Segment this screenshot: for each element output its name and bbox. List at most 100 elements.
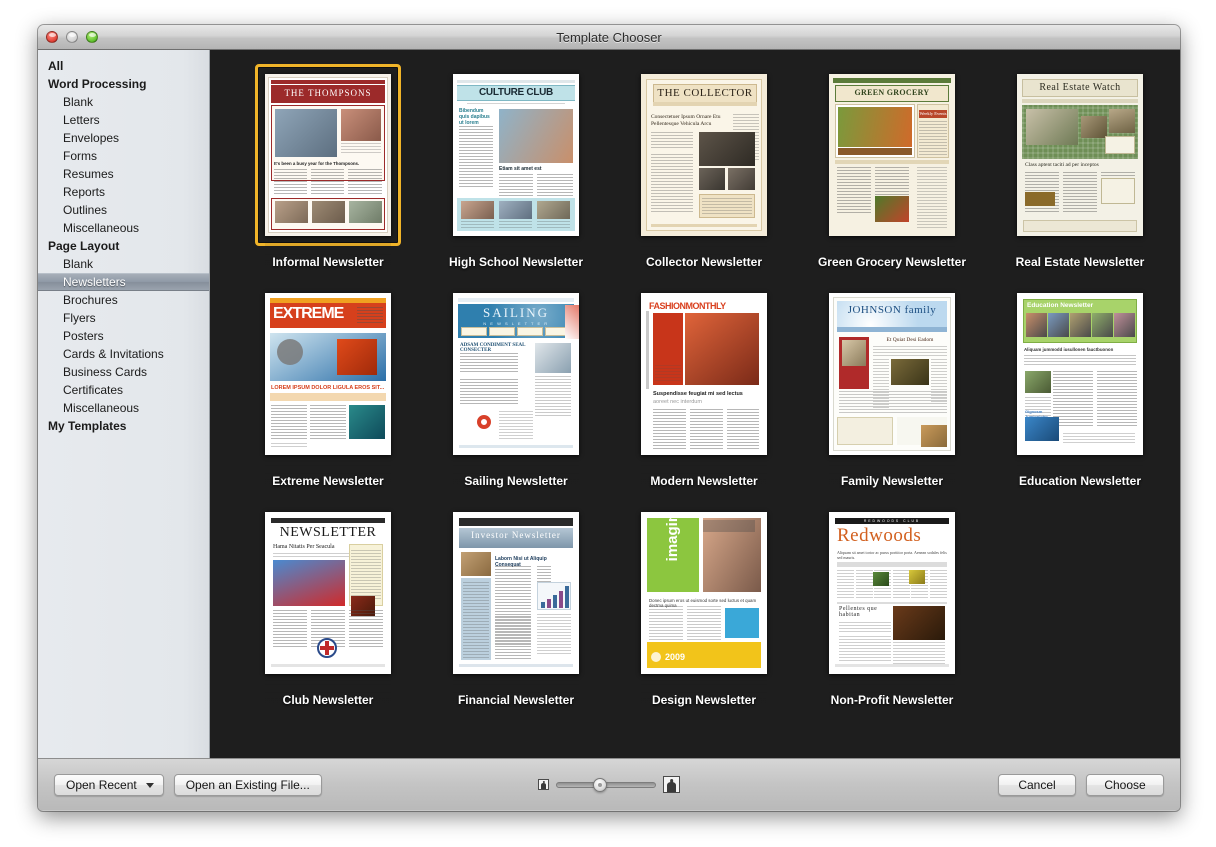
template-thumbnail[interactable]: Education Newsletter Aliquam jummodd iusu… bbox=[1011, 287, 1149, 461]
window-titlebar: Template Chooser bbox=[38, 25, 1180, 50]
template-thumbnail[interactable]: GREEN GROCERY Weekly Events bbox=[823, 68, 961, 242]
thumbnail-size-control[interactable] bbox=[538, 776, 680, 793]
template-cell[interactable]: Investor Newsletter Laborn Nisi ut Aliqui… bbox=[422, 506, 610, 719]
template-thumbnail[interactable]: CULTURE CLUB Bibendum quis dapibus ut lor… bbox=[447, 68, 585, 242]
template-cell[interactable]: REDWOODS CLUB Redwoods Aliquam sit amet to… bbox=[798, 506, 986, 719]
dialog-actions: Cancel Choose bbox=[998, 773, 1164, 796]
thumb-masthead-3: GREEN GROCERY bbox=[854, 88, 930, 97]
choose-button[interactable]: Choose bbox=[1086, 773, 1164, 796]
template-cell[interactable]: NEWSLETTERHama Nitatis Per SeaculaNEWSLE… bbox=[234, 506, 422, 719]
sidebar-item-outlines[interactable]: Outlines bbox=[38, 201, 209, 219]
template-cell[interactable]: FASHIONMONTHLY Suspendisse feugiat mi sed… bbox=[610, 287, 798, 500]
template-thumbnail[interactable]: FASHIONMONTHLY Suspendisse feugiat mi sed… bbox=[635, 287, 773, 461]
sidebar-item-label: Reports bbox=[63, 185, 106, 199]
slider-thumb[interactable] bbox=[593, 777, 608, 792]
template-cell[interactable]: THE COLLECTOR Consectetuer Ipsum Ornare E… bbox=[610, 68, 798, 281]
template-name-label: Informal Newsletter bbox=[272, 255, 384, 269]
sidebar-item-brochures[interactable]: Brochures bbox=[38, 291, 209, 309]
sidebar-item-all[interactable]: All bbox=[38, 57, 209, 75]
sidebar-item-blank[interactable]: Blank bbox=[38, 255, 209, 273]
thumb-masthead-12: imagine bbox=[664, 512, 681, 562]
template-cell[interactable]: imagine Donec ipsum eros ut euismod sorte… bbox=[610, 506, 798, 719]
sidebar-item-forms[interactable]: Forms bbox=[38, 147, 209, 165]
sidebar-item-label: Envelopes bbox=[63, 131, 120, 145]
minimize-button[interactable] bbox=[66, 31, 78, 43]
sidebar-item-label: My Templates bbox=[48, 419, 127, 433]
sidebar-item-page-layout[interactable]: Page Layout bbox=[38, 237, 209, 255]
template-preview: REDWOODS CLUB Redwoods Aliquam sit amet to… bbox=[829, 512, 955, 674]
thumb-masthead-6: SAILING bbox=[483, 305, 549, 320]
thumb-masthead-4: Real Estate Watch bbox=[1039, 82, 1121, 93]
open-existing-file-button[interactable]: Open an Existing File... bbox=[173, 773, 322, 796]
close-button[interactable] bbox=[46, 31, 58, 43]
sidebar-item-miscellaneous[interactable]: Miscellaneous bbox=[38, 399, 209, 417]
template-cell[interactable]: Real Estate Watch Class aptent taciti ad … bbox=[986, 68, 1174, 281]
template-thumbnail[interactable]: EXTREME LOREM IPSUM DOLOR LIGULA EROS SIT… bbox=[259, 287, 397, 461]
template-thumbnail[interactable]: JOHNSON family Et Quiat Desi Eadom bbox=[823, 287, 961, 461]
thumbnail-size-slider[interactable] bbox=[556, 777, 656, 792]
sidebar-item-blank[interactable]: Blank bbox=[38, 93, 209, 111]
template-cell[interactable]: THE THOMPSONS It's been a busy year for t… bbox=[234, 64, 422, 281]
sidebar-item-resumes[interactable]: Resumes bbox=[38, 165, 209, 183]
template-name-label: Collector Newsletter bbox=[645, 255, 763, 269]
choose-label: Choose bbox=[1104, 777, 1146, 792]
open-recent-button[interactable]: Open Recent bbox=[54, 773, 164, 796]
template-name-label: High School Newsletter bbox=[448, 255, 584, 269]
sidebar-item-word-processing[interactable]: Word Processing bbox=[38, 75, 209, 93]
template-name-label: Club Newsletter bbox=[282, 693, 374, 707]
bottom-toolbar: Open Recent Open an Existing File... Can… bbox=[38, 758, 1180, 810]
sidebar-item-label: Cards & Invitations bbox=[63, 347, 164, 361]
sidebar-item-label: Flyers bbox=[63, 311, 96, 325]
window-title: Template Chooser bbox=[556, 29, 662, 45]
sidebar-item-newsletters[interactable]: Newsletters bbox=[38, 273, 209, 291]
open-existing-file-label: Open an Existing File... bbox=[185, 777, 310, 792]
category-sidebar[interactable]: All Word Processing Blank Letters Envelopes F… bbox=[38, 50, 210, 758]
template-thumbnail[interactable]: Real Estate Watch Class aptent taciti ad … bbox=[1011, 68, 1149, 242]
sidebar-item-flyers[interactable]: Flyers bbox=[38, 309, 209, 327]
window-controls bbox=[46, 31, 98, 43]
template-name-label: Non-Profit Newsletter bbox=[830, 693, 954, 707]
sidebar-item-label: Word Processing bbox=[48, 77, 147, 91]
thumb-masthead-11: Investor Newsletter bbox=[471, 530, 561, 540]
template-cell[interactable]: GREEN GROCERYWeekly EventsGREEN GROCERYW… bbox=[798, 68, 986, 281]
template-thumbnail[interactable]: THE COLLECTOR Consectetuer Ipsum Ornare E… bbox=[635, 68, 773, 242]
sidebar-item-posters[interactable]: Posters bbox=[38, 327, 209, 345]
template-preview: GREEN GROCERY Weekly Events bbox=[829, 74, 955, 236]
template-preview: NEWSLETTER Hama Nitatis Per Seacula bbox=[265, 512, 391, 674]
sidebar-item-label: All bbox=[48, 59, 64, 73]
template-preview: imagine Donec ipsum eros ut euismod sorte… bbox=[641, 512, 767, 674]
template-thumbnail[interactable]: imagine Donec ipsum eros ut euismod sorte… bbox=[635, 506, 773, 680]
template-preview: THE THOMPSONS It's been a busy year for t… bbox=[265, 74, 391, 236]
template-thumbnail[interactable]: THE THOMPSONS It's been a busy year for t… bbox=[255, 64, 401, 246]
sidebar-item-cards-invitations[interactable]: Cards & Invitations bbox=[38, 345, 209, 363]
template-cell[interactable]: Education Newsletter Aliquam jummodd iusu… bbox=[986, 287, 1174, 500]
template-preview: EXTREME LOREM IPSUM DOLOR LIGULA EROS SIT… bbox=[265, 293, 391, 455]
template-cell[interactable]: EXTREME LOREM IPSUM DOLOR LIGULA EROS SIT… bbox=[234, 287, 422, 500]
template-name-label: Real Estate Newsletter bbox=[1015, 255, 1145, 269]
template-cell[interactable]: JOHNSON familyEt Quiat Desi EadomJOHNSON… bbox=[798, 287, 986, 500]
template-preview: Education Newsletter Aliquam jummodd iusu… bbox=[1017, 293, 1143, 455]
zoom-button[interactable] bbox=[86, 31, 98, 43]
sidebar-item-envelopes[interactable]: Envelopes bbox=[38, 129, 209, 147]
template-chooser-window: Template Chooser All Word Processing Blank… bbox=[38, 25, 1180, 811]
template-cell[interactable]: CULTURE CLUB Bibendum quis dapibus ut lor… bbox=[422, 68, 610, 281]
template-thumbnail[interactable]: Investor Newsletter Laborn Nisi ut Aliqui… bbox=[447, 506, 585, 680]
template-name-label: Design Newsletter bbox=[651, 693, 757, 707]
large-thumbnail-icon[interactable] bbox=[663, 776, 680, 793]
template-preview: Real Estate Watch Class aptent taciti ad … bbox=[1017, 74, 1143, 236]
template-cell[interactable]: SAILING N E W S L E T T E R ADSAM CONDIMEN… bbox=[422, 287, 610, 500]
small-thumbnail-icon[interactable] bbox=[538, 779, 549, 790]
sidebar-item-letters[interactable]: Letters bbox=[38, 111, 209, 129]
template-preview: SAILING N E W S L E T T E R ADSAM CONDIMEN… bbox=[453, 293, 579, 455]
sidebar-item-miscellaneous[interactable]: Miscellaneous bbox=[38, 219, 209, 237]
thumb-masthead-9: Education Newsletter bbox=[1027, 302, 1094, 309]
sidebar-item-my-templates[interactable]: My Templates bbox=[38, 417, 209, 435]
cancel-button[interactable]: Cancel bbox=[998, 773, 1076, 796]
sidebar-item-label: Posters bbox=[63, 329, 104, 343]
template-thumbnail[interactable]: NEWSLETTER Hama Nitatis Per Seacula bbox=[259, 506, 397, 680]
template-thumbnail[interactable]: REDWOODS CLUB Redwoods Aliquam sit amet to… bbox=[823, 506, 961, 680]
template-thumbnail[interactable]: SAILING N E W S L E T T E R ADSAM CONDIMEN… bbox=[447, 287, 585, 461]
sidebar-item-certificates[interactable]: Certificates bbox=[38, 381, 209, 399]
sidebar-item-reports[interactable]: Reports bbox=[38, 183, 209, 201]
sidebar-item-business-cards[interactable]: Business Cards bbox=[38, 363, 209, 381]
